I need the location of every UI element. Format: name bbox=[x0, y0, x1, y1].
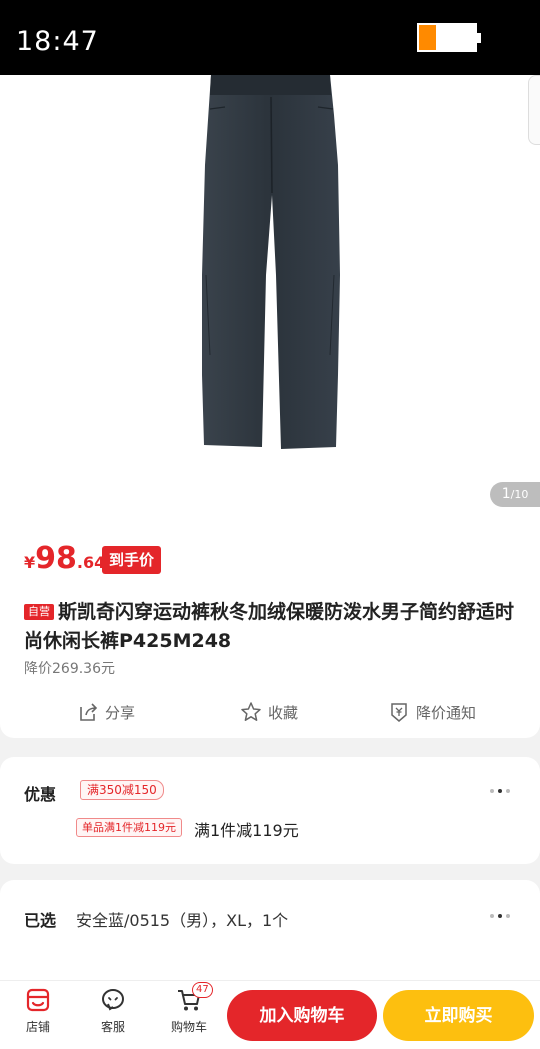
star-icon bbox=[241, 702, 261, 721]
product-actions: 分享 收藏 降价通知 bbox=[0, 697, 540, 727]
store-icon bbox=[26, 988, 50, 1012]
buy-now-button[interactable]: 立即购买 bbox=[383, 990, 534, 1041]
battery-icon bbox=[417, 23, 481, 52]
product-image bbox=[202, 75, 340, 449]
share-icon bbox=[80, 703, 98, 721]
promotion-card[interactable] bbox=[0, 757, 540, 864]
selected-more-icon[interactable] bbox=[490, 912, 518, 920]
promotion-description: 满1件减119元 bbox=[194, 821, 299, 840]
status-bar: 18:47 bbox=[0, 0, 540, 75]
favorite-button[interactable]: 收藏 bbox=[240, 697, 298, 727]
selected-label: 已选 bbox=[24, 911, 57, 930]
gallery-page-indicator: 1/10 bbox=[490, 482, 540, 507]
product-gallery[interactable] bbox=[0, 75, 540, 520]
status-time: 18:47 bbox=[16, 26, 99, 57]
share-button[interactable]: 分享 bbox=[77, 697, 135, 727]
selected-value: 安全蓝/0515（男），XL，1个 bbox=[76, 911, 289, 930]
battery-fill bbox=[419, 25, 436, 50]
final-price-tag: 到手价 bbox=[102, 546, 162, 574]
store-button[interactable]: 店铺 bbox=[13, 987, 63, 1039]
product-title: 自营 斯凯奇闪穿运动裤秋冬加绒保暖防泼水男子简约舒适时尚休闲长裤P425M248 bbox=[24, 598, 516, 656]
service-button[interactable]: 客服 bbox=[88, 987, 138, 1039]
cart-count-badge: 47 bbox=[192, 982, 213, 998]
add-to-cart-button[interactable]: 加入购物车 bbox=[227, 990, 377, 1041]
chat-icon bbox=[102, 989, 124, 1011]
product-title-text: 斯凯奇闪穿运动裤秋冬加绒保暖防泼水男子简约舒适时尚休闲长裤P425M248 bbox=[24, 601, 515, 652]
product-price: ¥98.64 bbox=[24, 541, 106, 576]
self-operated-badge: 自营 bbox=[24, 604, 54, 620]
price-drop-text: 降价269.36元 bbox=[24, 661, 115, 677]
price-alert-icon bbox=[391, 703, 407, 722]
price-alert-button[interactable]: 降价通知 bbox=[388, 697, 476, 727]
promotion-label: 优惠 bbox=[24, 785, 57, 804]
single-item-coupon-tag: 单品满1件减119元 bbox=[76, 818, 182, 837]
promotion-more-icon[interactable] bbox=[490, 787, 518, 795]
gallery-side-tab[interactable] bbox=[528, 75, 540, 145]
coupon-tag[interactable]: 满350减150 bbox=[80, 780, 164, 800]
cart-button[interactable]: 47 购物车 bbox=[164, 982, 214, 1039]
